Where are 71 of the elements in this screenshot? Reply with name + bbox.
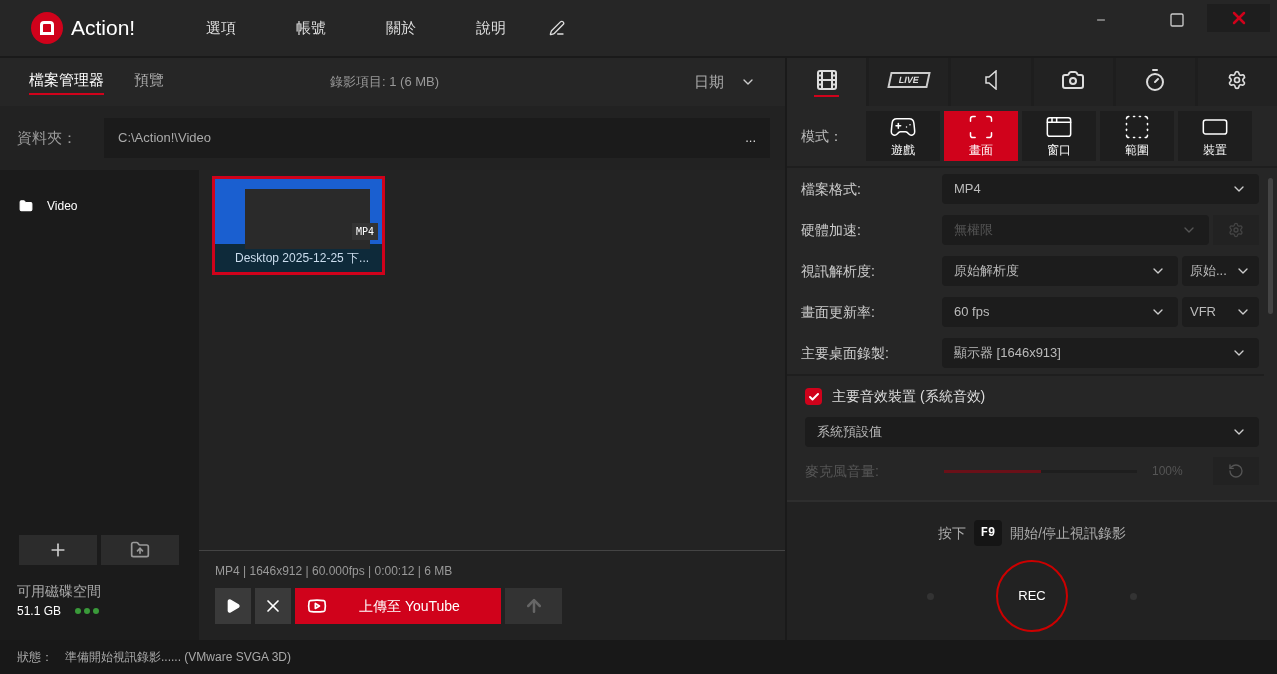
setting-label: 畫面更新率: [801,302,876,322]
live-badge: LIVE [887,71,931,88]
menu-item[interactable]: 說明 [475,16,508,40]
settings-icon [1228,222,1244,238]
folder-path-field[interactable]: C:\Action!\Video ... [104,118,770,158]
recording-info: MP4 | 1646x912 | 60.000fps | 0:00:12 | 6 MB [215,563,454,580]
menu-item[interactable]: 選項 [205,16,238,40]
mode-button[interactable]: 範圍 [1100,111,1174,161]
dropdown[interactable]: 原始... [1182,256,1259,286]
checkbox[interactable] [805,388,822,405]
dropdown[interactable]: VFR [1182,297,1259,327]
menu-item[interactable]: 帳號 [295,16,328,40]
folder-item[interactable]: Video [19,196,199,216]
play-icon [225,598,241,614]
recording-thumbnail[interactable]: MP4 Desktop 2025-12-25 下... [212,176,385,275]
scrollbar[interactable] [1268,178,1273,314]
setting-label: 主要桌面錄製: [801,343,890,363]
record-button[interactable]: REC [996,560,1068,632]
dropdown[interactable]: 原始解析度 [942,256,1178,286]
folder-upload-icon [130,540,150,560]
check-icon [807,390,820,403]
mode-label: 模式： [801,126,844,146]
maximize-icon[interactable] [1167,12,1187,28]
tab[interactable]: 檔案管理器 [29,68,104,96]
folder-icon [19,199,33,213]
menu-item[interactable]: 關於 [385,16,418,40]
tab[interactable]: 預覽 [134,68,164,96]
audio-device-label: 主要音效裝置 (系統音效) [832,387,986,406]
play-button[interactable] [215,588,251,624]
disk-space-value: 51.1 GB [17,603,62,620]
pen-icon[interactable] [549,20,566,36]
status-label: 狀態： [17,649,53,666]
settings-tab[interactable] [1197,58,1277,106]
settings-tab[interactable] [1115,58,1195,106]
hotkey-prefix: 按下 [937,523,966,543]
browse-button[interactable]: ... [745,128,756,148]
mode-button[interactable]: 窗口 [1022,111,1096,161]
setting-label: 視訊解析度: [801,261,876,281]
youtube-icon [307,596,327,616]
settings-tab[interactable] [787,58,867,106]
mode-button[interactable]: 遊戲 [866,111,940,161]
settings-icon [1227,69,1248,90]
sort-dropdown[interactable]: 日期 [694,70,756,94]
delete-button[interactable] [255,588,291,624]
folder-label: 資料夾： [17,127,78,148]
setting-label: 檔案格式: [801,179,862,199]
settings-tab[interactable] [951,58,1031,106]
record-count: 錄影項目: 1 (6 MB) [330,73,440,92]
open-folder-button[interactable] [101,535,179,565]
mode-button[interactable]: 裝置 [1178,111,1252,161]
status-dots-icon [75,608,100,614]
hotkey-key: F9 [973,520,1003,546]
reset-icon [1228,463,1244,479]
status-text: 準備開始視訊錄影...... (VMware SVGA 3D) [65,649,292,666]
settings-tab[interactable] [1033,58,1113,106]
hotkey-hint: 開始/停止視訊錄影 [1010,523,1127,543]
dropdown[interactable]: MP4 [942,174,1259,204]
disk-space-label: 可用磁碟空間 [17,582,102,601]
dropdown[interactable]: 系統預設值 [805,417,1259,447]
format-badge: MP4 [351,223,378,240]
upload-youtube-button[interactable]: 上傳至 YouTube [295,588,501,624]
dropdown[interactable]: 顯示器 [1646x913] [942,338,1259,368]
close-button[interactable] [1207,4,1270,32]
app-name: Action! [71,15,136,42]
settings-tab[interactable]: LIVE [869,58,949,106]
logo-icon [31,12,63,44]
volume-slider[interactable] [944,469,1137,473]
speaker-icon [984,69,997,90]
mode-button[interactable]: 畫面 [944,111,1018,161]
dropdown[interactable]: 60 fps [942,297,1178,327]
setting-label: 硬體加速: [801,220,862,240]
